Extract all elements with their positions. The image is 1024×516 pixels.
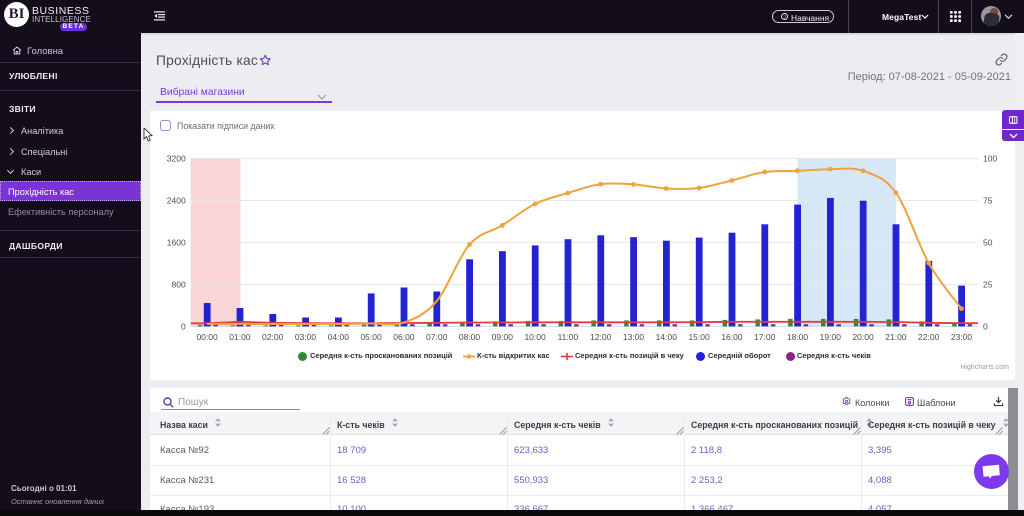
svg-text:01:00: 01:00 (229, 332, 251, 342)
svg-text:25: 25 (983, 279, 993, 289)
svg-text:75: 75 (983, 196, 993, 206)
svg-text:07:00: 07:00 (426, 332, 448, 342)
svg-text:02:00: 02:00 (262, 332, 284, 342)
svg-text:100: 100 (983, 154, 997, 164)
svg-text:0: 0 (983, 321, 988, 331)
svg-text:21:00: 21:00 (885, 332, 907, 342)
svg-text:20:00: 20:00 (852, 332, 874, 342)
svg-text:18:00: 18:00 (787, 332, 809, 342)
svg-text:15:00: 15:00 (688, 332, 710, 342)
svg-text:13:00: 13:00 (623, 332, 645, 342)
svg-text:09:00: 09:00 (492, 332, 514, 342)
svg-text:17:00: 17:00 (754, 332, 776, 342)
svg-text:10:00: 10:00 (524, 332, 546, 342)
svg-text:800: 800 (172, 279, 186, 289)
svg-text:16:00: 16:00 (721, 332, 743, 342)
svg-text:3200: 3200 (167, 154, 186, 164)
svg-text:2400: 2400 (167, 196, 186, 206)
svg-text:03:00: 03:00 (295, 332, 317, 342)
svg-text:12:00: 12:00 (590, 332, 612, 342)
svg-text:06:00: 06:00 (393, 332, 415, 342)
svg-text:08:00: 08:00 (459, 332, 481, 342)
svg-text:05:00: 05:00 (360, 332, 382, 342)
svg-text:22:00: 22:00 (918, 332, 940, 342)
svg-text:00:00: 00:00 (196, 332, 218, 342)
svg-text:11:00: 11:00 (558, 332, 579, 342)
svg-text:23:00: 23:00 (951, 332, 973, 342)
svg-text:04:00: 04:00 (328, 332, 350, 342)
svg-text:50: 50 (983, 237, 993, 247)
svg-text:0: 0 (181, 321, 186, 331)
svg-text:?: ? (783, 14, 786, 19)
svg-text:19:00: 19:00 (820, 332, 842, 342)
svg-text:1600: 1600 (167, 237, 186, 247)
svg-text:14:00: 14:00 (656, 332, 678, 342)
